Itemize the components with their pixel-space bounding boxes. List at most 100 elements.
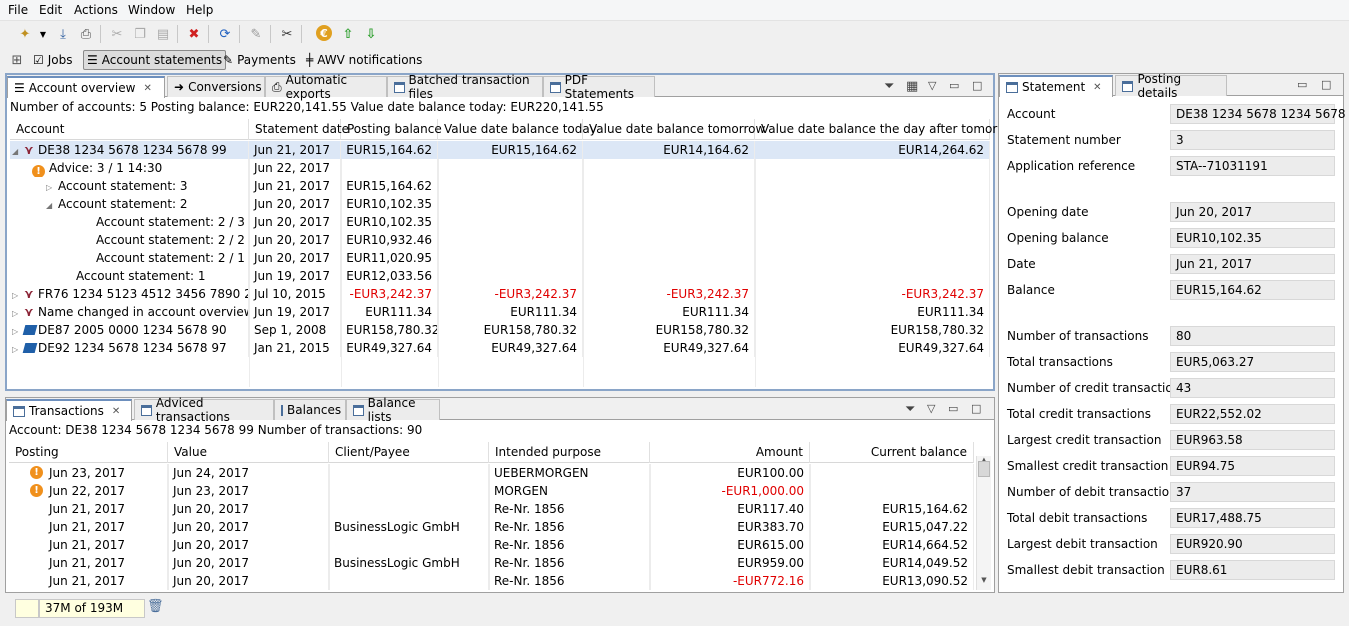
property-value[interactable]: Jun 21, 2017 bbox=[1170, 254, 1335, 274]
filter-icon[interactable]: ⏷ bbox=[884, 79, 894, 94]
transaction-row[interactable]: Jun 21, 2017 Jun 20, 2017 BusinessLogic Gm… bbox=[9, 518, 974, 536]
perspective-account-statements[interactable]: ☰ Account statements bbox=[83, 50, 227, 70]
expand-icon[interactable]: ▷ bbox=[46, 179, 58, 195]
property-value[interactable]: 37 bbox=[1170, 482, 1335, 502]
col-purpose[interactable]: Intended purpose bbox=[489, 442, 650, 463]
refresh-icon[interactable]: ⟳ bbox=[216, 25, 234, 43]
overview-row[interactable]: Account statement: 2 / 1 Jun 20, 2017 EUR1… bbox=[10, 249, 990, 267]
overview-row[interactable]: ◢ Account statement: 2 Jun 20, 2017 EUR10,1… bbox=[10, 195, 990, 213]
property-value[interactable]: 43 bbox=[1170, 378, 1335, 398]
overview-row[interactable]: ▷ DE87 2005 0000 1234 5678 90 Sep 1, 2008 E… bbox=[10, 321, 990, 339]
overview-row[interactable]: ▷ ⋎ Name changed in account overview Jun 19… bbox=[10, 303, 990, 321]
expand-icon[interactable]: ◢ bbox=[46, 197, 58, 213]
property-value[interactable]: 3 bbox=[1170, 130, 1335, 150]
view-menu-icon[interactable]: ▽ bbox=[927, 402, 935, 415]
col-posting[interactable]: Posting bbox=[9, 442, 168, 463]
menu-window[interactable]: Window bbox=[128, 3, 175, 17]
col-payee[interactable]: Client/Payee bbox=[329, 442, 489, 463]
expand-icon[interactable]: ▷ bbox=[12, 341, 24, 357]
tab-balance-lists[interactable]: Balance lists bbox=[346, 396, 440, 424]
property-value[interactable]: DE38 1234 5678 1234 5678 99 bbox=[1170, 104, 1349, 124]
scroll-down-icon[interactable]: ▼ bbox=[977, 576, 991, 586]
edit-icon[interactable]: ✎ bbox=[247, 25, 265, 43]
property-value[interactable]: EUR8.61 bbox=[1170, 560, 1335, 580]
tab-statement[interactable]: Statement ✕ bbox=[999, 75, 1113, 97]
menu-help[interactable]: Help bbox=[186, 3, 213, 17]
property-value[interactable]: EUR963.58 bbox=[1170, 430, 1335, 450]
perspective-awv[interactable]: ╪ AWV notifications bbox=[303, 50, 425, 70]
expand-icon[interactable]: ▷ bbox=[12, 305, 24, 321]
col-tomorrow[interactable]: Value date balance tomorrow bbox=[583, 119, 765, 140]
col-after[interactable]: Value date balance the day after tomorro… bbox=[755, 119, 1019, 140]
new-dropdown-icon[interactable]: ▼ bbox=[34, 25, 52, 43]
menu-edit[interactable]: Edit bbox=[39, 3, 62, 17]
copy-icon[interactable]: ❐ bbox=[131, 25, 149, 43]
upload-icon[interactable]: ⇧ bbox=[339, 25, 357, 43]
property-value[interactable]: EUR5,063.27 bbox=[1170, 352, 1335, 372]
open-perspective-icon[interactable]: ⊞ bbox=[8, 51, 26, 69]
overview-row[interactable]: ▷ Account statement: 3 Jun 21, 2017 EUR15,1… bbox=[10, 177, 990, 195]
property-value[interactable]: EUR920.90 bbox=[1170, 534, 1335, 554]
minimize-icon[interactable]: ▭ bbox=[1297, 78, 1307, 91]
property-value[interactable]: 80 bbox=[1170, 326, 1335, 346]
import-icon[interactable]: ⤓ bbox=[54, 25, 72, 43]
close-icon[interactable]: ✕ bbox=[143, 83, 151, 94]
property-value[interactable]: STA--71031191 bbox=[1170, 156, 1335, 176]
col-value[interactable]: Value bbox=[168, 442, 329, 463]
overview-row[interactable]: Account statement: 2 / 3 Jun 20, 2017 EUR1… bbox=[10, 213, 990, 231]
new-icon[interactable]: ✦ bbox=[16, 25, 34, 43]
minimize-icon[interactable]: ▭ bbox=[949, 79, 959, 92]
transaction-row[interactable]: Jun 21, 2017 Jun 20, 2017 Re-Nr. 1856 -EUR7… bbox=[9, 572, 974, 590]
calendar-icon[interactable]: ▦ bbox=[906, 79, 918, 94]
minimize-icon[interactable]: ▭ bbox=[948, 402, 958, 415]
maximize-icon[interactable]: □ bbox=[1321, 78, 1331, 91]
col-account[interactable]: Account bbox=[10, 119, 249, 140]
col-posting-balance[interactable]: Posting balance bbox=[341, 119, 442, 140]
tab-posting-details[interactable]: Posting details bbox=[1115, 72, 1227, 100]
menu-actions[interactable]: Actions bbox=[74, 3, 118, 17]
menu-file[interactable]: File bbox=[8, 3, 28, 17]
close-icon[interactable]: ✕ bbox=[112, 406, 120, 417]
cut-icon[interactable]: ✂ bbox=[108, 25, 126, 43]
delete-icon[interactable]: ✖ bbox=[185, 25, 203, 43]
expand-icon[interactable]: ◢ bbox=[12, 143, 24, 159]
overview-row[interactable]: ! Advice: 3 / 1 14:30 Jun 22, 2017 bbox=[10, 159, 990, 177]
overview-row[interactable]: ▷ DE92 1234 5678 1234 5678 97 Jan 21, 2015… bbox=[10, 339, 990, 357]
print-icon[interactable]: ⎙ bbox=[77, 25, 95, 43]
transaction-row[interactable]: ! Jun 22, 2017 Jun 23, 2017 MORGEN -EUR1,000… bbox=[9, 482, 974, 500]
overview-row[interactable]: ▷ ⋎ FR76 1234 5123 4512 3456 7890 243 Jul 1… bbox=[10, 285, 990, 303]
property-value[interactable]: EUR94.75 bbox=[1170, 456, 1335, 476]
col-statement-date[interactable]: Statement date bbox=[249, 119, 349, 140]
expand-icon[interactable]: ▷ bbox=[12, 287, 24, 303]
tab-transactions[interactable]: Transactions ✕ bbox=[6, 399, 132, 421]
tab-automatic-exports[interactable]: ⎙ Automatic exports bbox=[265, 73, 387, 101]
transaction-row[interactable]: Jun 21, 2017 Jun 20, 2017 Re-Nr. 1856 EUR11… bbox=[9, 500, 974, 518]
maximize-icon[interactable]: □ bbox=[972, 79, 982, 92]
close-icon[interactable]: ✕ bbox=[1093, 82, 1101, 93]
property-value[interactable]: EUR17,488.75 bbox=[1170, 508, 1335, 528]
tab-account-overview[interactable]: ☰ Account overview ✕ bbox=[7, 76, 165, 98]
tab-balances[interactable]: Balances bbox=[274, 399, 346, 420]
filter-icon[interactable]: ⏷ bbox=[905, 402, 915, 417]
maximize-icon[interactable]: □ bbox=[971, 402, 981, 415]
download-icon[interactable]: ⇩ bbox=[362, 25, 380, 43]
property-value[interactable]: Jun 20, 2017 bbox=[1170, 202, 1335, 222]
paste-icon[interactable]: ▤ bbox=[154, 25, 172, 43]
col-amount[interactable]: Amount bbox=[650, 442, 810, 463]
overview-row[interactable]: ◢ ⋎ DE38 1234 5678 1234 5678 99 Jun 21, 201… bbox=[10, 141, 990, 159]
tab-batched-transaction-files[interactable]: Batched transaction files bbox=[387, 73, 543, 101]
euro-icon[interactable]: € bbox=[316, 25, 332, 41]
overview-row[interactable]: Account statement: 1 Jun 19, 2017 EUR12,03… bbox=[10, 267, 990, 285]
overview-row[interactable]: Account statement: 2 / 2 Jun 20, 2017 EUR1… bbox=[10, 231, 990, 249]
perspective-payments[interactable]: ✎ Payments bbox=[220, 50, 299, 70]
perspective-jobs[interactable]: ☑ Jobs bbox=[30, 50, 76, 70]
tab-pdf-statements[interactable]: PDF Statements bbox=[543, 73, 655, 101]
scrollbar-thumb[interactable] bbox=[978, 461, 990, 477]
tab-conversions[interactable]: ➜ Conversions bbox=[167, 76, 265, 97]
view-menu-icon[interactable]: ▽ bbox=[928, 79, 936, 92]
transaction-row[interactable]: Jun 21, 2017 Jun 20, 2017 Re-Nr. 1856 EUR61… bbox=[9, 536, 974, 554]
trash-icon[interactable]: 🗑 bbox=[147, 599, 164, 614]
col-current-balance[interactable]: Current balance bbox=[810, 442, 974, 463]
transaction-row[interactable]: ! Jun 23, 2017 Jun 24, 2017 UEBERMORGEN EUR1… bbox=[9, 464, 974, 482]
expand-icon[interactable]: ▷ bbox=[12, 323, 24, 339]
